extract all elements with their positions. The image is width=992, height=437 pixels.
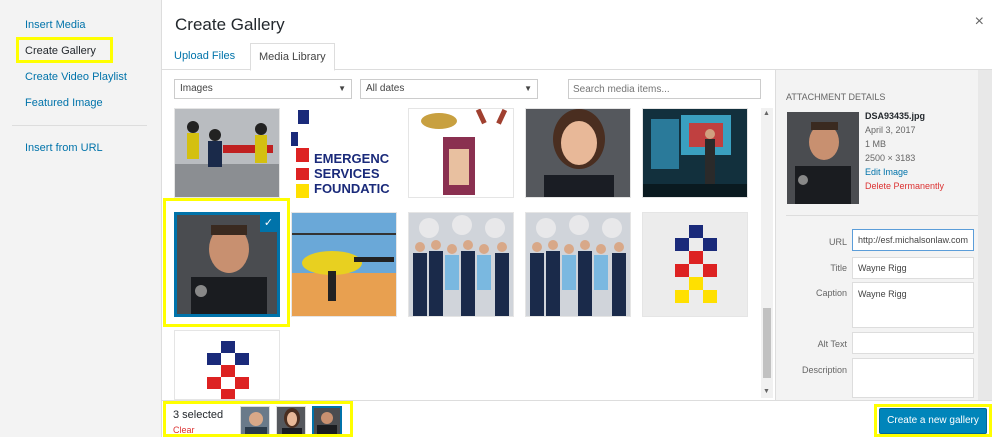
- caption-label: Caption: [815, 288, 847, 298]
- memorabilia-photo: [421, 109, 508, 195]
- chevron-down-icon: ▼: [524, 84, 532, 93]
- media-menu-sidebar: Insert Media Create Gallery Create Video…: [0, 0, 162, 437]
- details-divider: [786, 215, 983, 216]
- esf-logo-mark: [675, 225, 717, 303]
- date-filter-select[interactable]: All dates ▼: [360, 79, 538, 99]
- sidebar-separator: [12, 125, 147, 126]
- description-label: Description: [801, 365, 847, 375]
- delete-permanently-link[interactable]: Delete Permanently: [865, 181, 944, 191]
- url-field[interactable]: http://esf.michalsonlaw.com: [852, 229, 974, 251]
- scroll-up-icon[interactable]: ▲: [763, 110, 770, 117]
- type-filter-value: Images: [180, 83, 213, 94]
- attachment-thumbnail[interactable]: [525, 212, 631, 317]
- highlight-selected-image: [163, 198, 290, 327]
- attachment-thumbnail[interactable]: [408, 108, 514, 198]
- description-field[interactable]: [852, 358, 974, 398]
- sidebar-item-insert-media[interactable]: Insert Media: [25, 19, 86, 31]
- woman-portrait-photo: [526, 109, 630, 197]
- caption-field[interactable]: Wayne Rigg: [852, 282, 974, 328]
- details-size: 1 MB: [865, 139, 887, 149]
- tab-upload-files[interactable]: Upload Files: [166, 43, 243, 71]
- title-field[interactable]: Wayne Rigg: [852, 257, 974, 279]
- url-label: URL: [828, 237, 847, 247]
- sidebar-item-insert-from-url[interactable]: Insert from URL: [25, 142, 103, 154]
- man-portrait-photo: [787, 112, 859, 204]
- date-filter-value: All dates: [366, 83, 405, 94]
- group-photo: [526, 213, 630, 316]
- details-dimensions: 2500 × 3183: [865, 153, 916, 163]
- helicopter-photo: [292, 213, 396, 316]
- group-photo: [409, 213, 513, 316]
- logo-text-line: FOUNDATIC: [314, 181, 390, 196]
- attachment-thumbnail[interactable]: [408, 212, 514, 317]
- attachment-thumbnail[interactable]: EMERGENC SERVICES FOUNDATIC: [291, 108, 397, 198]
- chevron-down-icon: ▼: [338, 84, 346, 93]
- title-label: Title: [830, 263, 847, 273]
- details-heading: ATTACHMENT DETAILS: [786, 92, 886, 102]
- media-grid-scrollbar[interactable]: ▲ ▼: [761, 108, 773, 398]
- details-scrollbar[interactable]: [978, 70, 992, 400]
- rescue-training-photo: [175, 109, 279, 197]
- tab-media-library[interactable]: Media Library: [250, 43, 335, 71]
- search-input[interactable]: [568, 79, 761, 99]
- router-tabs: Upload Files Media Library: [162, 43, 992, 71]
- highlight-create-button: [874, 404, 992, 437]
- attachment-thumbnail[interactable]: [642, 108, 748, 198]
- details-filename: DSA93435.jpg: [865, 111, 926, 121]
- sidebar-item-create-video-playlist[interactable]: Create Video Playlist: [25, 71, 127, 83]
- control-room-photo: [643, 109, 747, 197]
- alt-text-label: Alt Text: [817, 339, 847, 349]
- type-filter-select[interactable]: Images ▼: [174, 79, 352, 99]
- highlight-create-gallery: [16, 37, 113, 63]
- close-icon[interactable]: ×: [975, 13, 984, 31]
- logo-text-line: EMERGENC: [314, 151, 390, 166]
- scrollbar-thumb[interactable]: [763, 308, 771, 378]
- attachment-thumbnail[interactable]: [174, 108, 280, 198]
- attachment-thumbnail[interactable]: [291, 212, 397, 317]
- page-title: Create Gallery: [175, 15, 285, 34]
- alt-text-field[interactable]: [852, 332, 974, 354]
- edit-image-link[interactable]: Edit Image: [865, 167, 908, 177]
- scroll-down-icon[interactable]: ▼: [763, 388, 770, 395]
- attachment-details-panel: ATTACHMENT DETAILS DSA93435.jpg April 3,…: [775, 70, 992, 400]
- logo-text-line: SERVICES: [314, 166, 380, 181]
- attachment-thumbnail[interactable]: [642, 212, 748, 317]
- sidebar-item-featured-image[interactable]: Featured Image: [25, 97, 103, 109]
- attachment-thumbnail[interactable]: [174, 330, 280, 400]
- details-date: April 3, 2017: [865, 125, 916, 135]
- highlight-selection-bar: [163, 401, 353, 437]
- attachment-thumbnail[interactable]: [525, 108, 631, 198]
- esf-logo-mark: [207, 341, 249, 399]
- details-thumbnail: [787, 112, 859, 204]
